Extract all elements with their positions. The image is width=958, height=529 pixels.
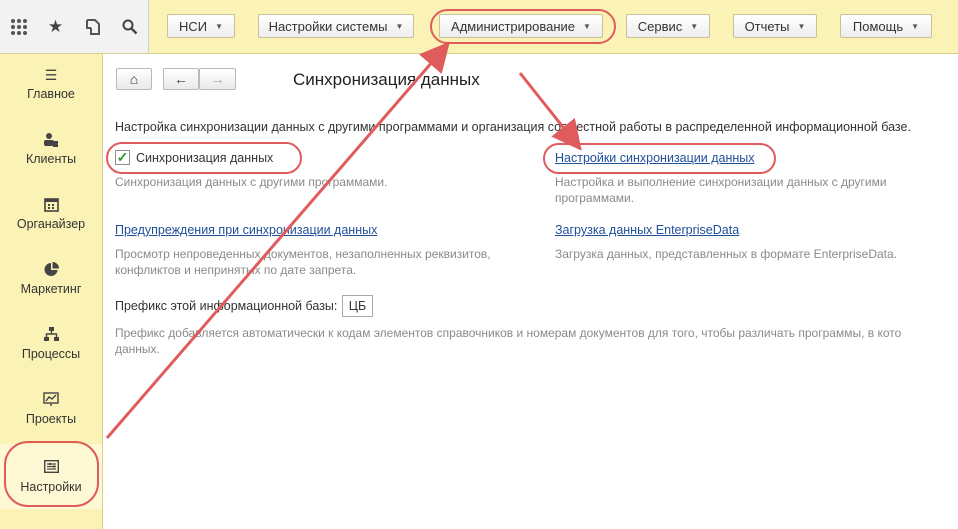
chart-icon-svg (43, 392, 59, 406)
caret-down-icon: ▼ (215, 21, 224, 31)
prefix-desc-line2: данных. (115, 342, 160, 356)
sync-settings-desc-line2: программами. (555, 191, 635, 205)
sidebar-item-label: Клиенты (25, 152, 77, 166)
chart-icon (43, 392, 59, 408)
caret-down-icon: ▼ (583, 21, 591, 31)
caret-down-icon: ▼ (395, 21, 404, 31)
page-title: Синхронизация данных (293, 70, 480, 89)
sidebar-item-label: Органайзер (16, 217, 86, 231)
sidebar-item-marketing[interactable]: Маркетинг (0, 249, 102, 309)
sidebar-item-main[interactable]: ☰ Главное (0, 54, 102, 114)
sync-data-checkbox[interactable]: ✓ (115, 149, 130, 165)
enterprise-data-desc: Загрузка данных, представленных в формат… (555, 247, 898, 261)
sidebar-item-projects[interactable]: Проекты (0, 379, 102, 439)
search-icon-svg (122, 19, 137, 34)
menu-icon: ☰ (44, 67, 58, 83)
arrow-to-sync-settings (518, 72, 582, 151)
sidebar: ☰ Главное Клиенты Органайзер Маркетинг П… (0, 54, 103, 529)
star-icon[interactable]: ★ (37, 0, 74, 53)
menu-help-label: Помощь (852, 18, 904, 34)
settings-icon (43, 459, 59, 476)
apps-grid-icon-svg (10, 18, 27, 35)
menu-reports[interactable]: Отчеты ▼ (733, 14, 817, 38)
settings-icon-svg (43, 459, 59, 473)
caret-down-icon: ▼ (690, 21, 699, 31)
menu-nsi[interactable]: НСИ ▼ (167, 14, 235, 38)
history-icon[interactable] (74, 0, 111, 53)
menu-system-settings-label: Настройки системы (268, 18, 388, 34)
sync-warnings-link[interactable]: Предупреждения при синхронизации данных (115, 223, 377, 237)
arrow-right-icon: → (210, 71, 225, 87)
menu-service-label: Сервис (637, 18, 683, 34)
apps-grid-icon[interactable] (0, 0, 37, 53)
sync-data-checkbox-label[interactable]: Синхронизация данных (136, 151, 273, 165)
pie-chart-icon-svg (44, 262, 59, 276)
sync-warnings-desc-line2: конфликтов и непринятых по дате запрета. (115, 263, 357, 277)
process-icon-svg (43, 327, 59, 341)
prefix-label: Префикс этой информационной базы: (115, 299, 338, 313)
search-icon[interactable] (111, 0, 148, 53)
caret-down-icon: ▼ (911, 21, 920, 31)
sync-settings-desc-line1: Настройка и выполнение синхронизации дан… (555, 175, 887, 189)
history-icon-svg (85, 18, 100, 35)
process-icon (43, 327, 59, 343)
caret-down-icon: ▼ (797, 21, 806, 31)
sidebar-item-label: Процессы (21, 347, 81, 361)
sidebar-item-label: Настройки (20, 479, 82, 494)
pie-chart-icon (44, 262, 59, 278)
calendar-icon (43, 197, 59, 213)
sidebar-item-label: Маркетинг (20, 282, 82, 296)
forward-button[interactable]: → (199, 68, 236, 90)
sidebar-item-label: Главное (27, 87, 75, 101)
sync-warnings-desc-line1: Просмотр непроведенных документов, незап… (115, 247, 491, 261)
menu-service[interactable]: Сервис ▼ (626, 14, 710, 38)
home-button[interactable]: ⌂ (116, 68, 152, 90)
checkmark-icon: ✓ (116, 149, 129, 165)
prefix-input[interactable]: ЦБ (342, 295, 373, 317)
prefix-desc-line1: Префикс добавляется автоматически к кода… (115, 326, 902, 340)
back-button[interactable]: ← (163, 68, 199, 90)
home-icon: ⌂ (129, 71, 139, 87)
arrow-to-administration (105, 41, 450, 439)
menu-administration[interactable]: Администрирование ▼ (439, 14, 603, 38)
arrow-left-icon: ← (174, 71, 188, 87)
sidebar-item-organizer[interactable]: Органайзер (0, 184, 102, 244)
enterprise-data-link[interactable]: Загрузка данных EnterpriseData (555, 223, 739, 237)
sync-settings-link[interactable]: Настройки синхронизации данных (555, 151, 755, 165)
calendar-icon-svg (43, 198, 59, 212)
sidebar-item-label: Проекты (25, 412, 77, 426)
clients-icon-svg (44, 133, 58, 147)
intro-text: Настройка синхронизации данных с другими… (115, 120, 911, 134)
menu-nsi-label: НСИ (178, 18, 208, 34)
sync-data-desc: Синхронизация данных с другими программа… (115, 175, 388, 189)
sidebar-item-clients[interactable]: Клиенты (0, 119, 102, 179)
top-toolbar: ★ НСИ ▼ Настройки системы ▼ Администрирова… (0, 0, 958, 54)
quick-access-panel: ★ (0, 0, 149, 53)
menu-reports-label: Отчеты (744, 18, 790, 34)
menu-system-settings[interactable]: Настройки системы ▼ (258, 14, 414, 38)
menu-administration-label: Администрирование (451, 18, 576, 34)
menu-help[interactable]: Помощь ▼ (840, 14, 932, 38)
clients-icon (43, 132, 59, 148)
sidebar-item-processes[interactable]: Процессы (0, 314, 102, 374)
sidebar-item-settings[interactable]: Настройки (0, 444, 102, 509)
